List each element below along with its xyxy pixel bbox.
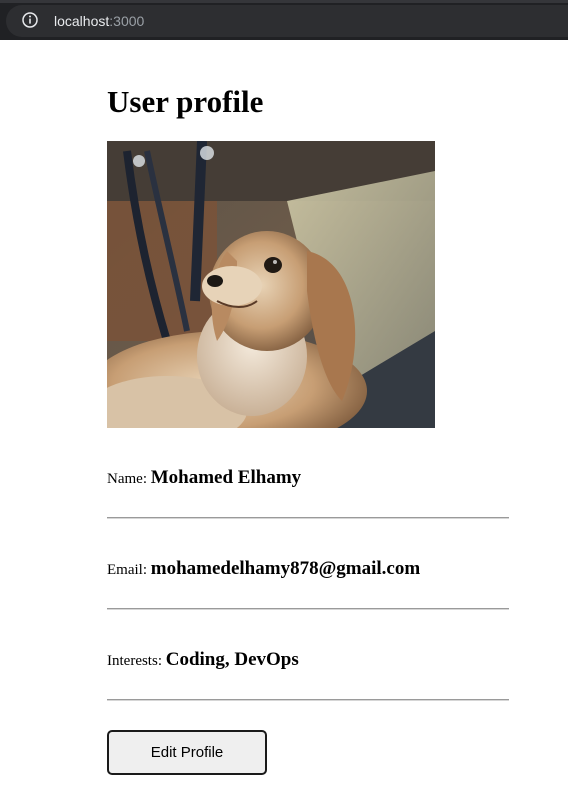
url-port: :3000 [109, 13, 145, 29]
divider [107, 608, 509, 610]
divider [107, 517, 509, 519]
name-value: Mohamed Elhamy [150, 467, 302, 488]
tab-strip [0, 0, 568, 3]
url-text[interactable]: localhost:3000 [54, 12, 144, 30]
email-value: mohamedelhamy878@gmail.com [150, 558, 421, 579]
profile-photo [107, 141, 435, 428]
email-field: Email: mohamedelhamy878@gmail.com [107, 558, 509, 581]
name-label: Name: [107, 471, 147, 487]
page-title: User profile [107, 84, 264, 119]
interests-label: Interests: [107, 653, 162, 669]
url-host: localhost [54, 13, 110, 29]
interests-value: Coding, DevOps [165, 649, 299, 670]
edit-profile-button[interactable]: Edit Profile [107, 730, 267, 775]
email-label: Email: [107, 562, 147, 578]
divider [107, 699, 509, 701]
info-icon[interactable] [21, 11, 39, 29]
name-field: Name: Mohamed Elhamy [107, 467, 509, 490]
browser-toolbar: localhost:3000 [0, 0, 568, 40]
profile-page: User profile Name: Mohamed Elhamy Email:… [107, 40, 509, 775]
interests-field: Interests: Coding, DevOps [107, 649, 509, 672]
